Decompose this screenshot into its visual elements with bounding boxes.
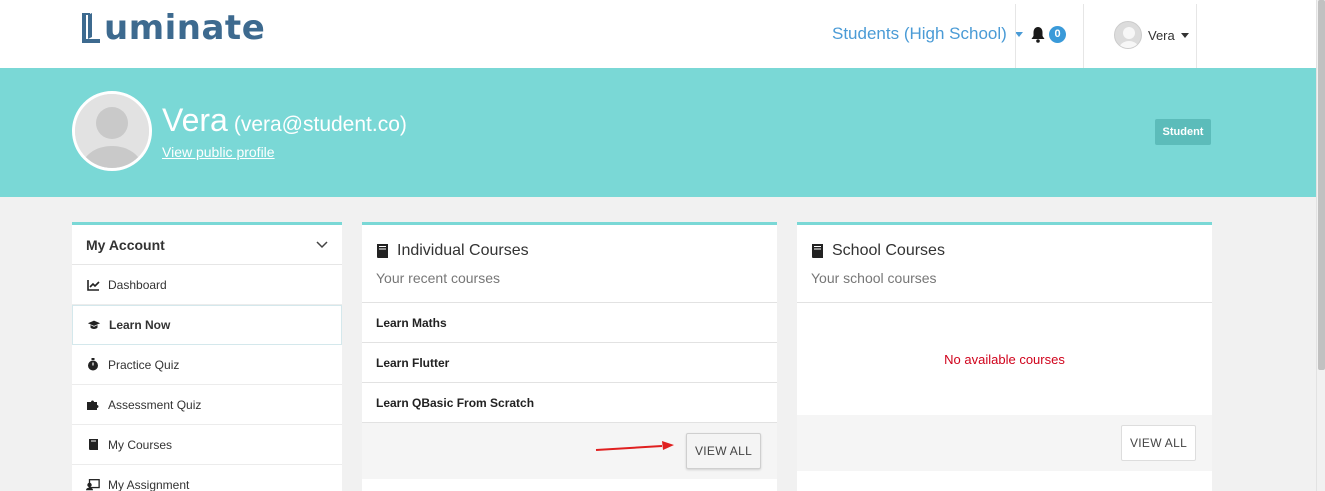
card-title: School Courses [832, 242, 945, 259]
annotation-arrow-icon [595, 441, 674, 451]
sidebar-header-label: My Account [86, 236, 165, 253]
logo-text: uminate [104, 8, 266, 48]
role-select-label: Students (High School) [832, 24, 1007, 43]
page-scrollbar[interactable] [1316, 0, 1325, 491]
account-sidebar: My Account Dashboard Learn Now Practice … [72, 222, 342, 491]
card-subtitle: Your school courses [811, 270, 937, 286]
no-courses-message: No available courses [944, 351, 1065, 367]
card-footer: VIEW ALL [797, 415, 1212, 471]
profile-name-line: Vera (vera@student.co) [162, 102, 407, 139]
card-title-row: Individual Courses [376, 242, 763, 260]
individual-courses-card: Individual Courses Your recent courses L… [362, 222, 777, 491]
sidebar-item-label: Dashboard [108, 277, 167, 292]
card-title: Individual Courses [397, 242, 529, 259]
card-header: Individual Courses Your recent courses [362, 225, 777, 303]
profile-email: (vera@student.co) [233, 113, 407, 136]
sidebar-item-label: Learn Now [109, 318, 171, 332]
individual-courses-view-all-button[interactable]: VIEW ALL [686, 433, 761, 469]
profile-banner: Vera (vera@student.co) View public profi… [0, 68, 1316, 197]
user-menu-dropdown[interactable]: Vera [1114, 21, 1189, 49]
sidebar-item-my-assignment[interactable]: My Assignment [72, 465, 342, 491]
chevron-down-icon [1180, 32, 1189, 38]
chevron-down-icon [316, 240, 328, 248]
nav-divider [1083, 4, 1084, 68]
course-item-learn-qbasic[interactable]: Learn QBasic From Scratch [362, 383, 777, 423]
sidebar-item-practice-quiz[interactable]: Practice Quiz [72, 345, 342, 385]
sidebar-item-my-courses[interactable]: My Courses [72, 425, 342, 465]
stopwatch-icon [86, 358, 100, 372]
nav-divider [1015, 4, 1016, 68]
sidebar-item-label: My Assignment [108, 477, 190, 491]
sidebar-item-label: Practice Quiz [108, 357, 180, 372]
book-icon [377, 244, 388, 258]
nav-divider [1196, 4, 1197, 68]
profile-name: Vera [162, 102, 228, 138]
sidebar-item-assessment-quiz[interactable]: Assessment Quiz [72, 385, 342, 425]
card-footer: VIEW ALL [362, 423, 777, 479]
my-account-toggle[interactable]: My Account [72, 225, 342, 265]
profile-avatar [72, 91, 152, 171]
avatar-placeholder-icon [75, 94, 149, 168]
notifications-count-badge: 0 [1049, 26, 1066, 43]
book-icon [86, 438, 100, 452]
chart-icon [86, 278, 100, 292]
school-courses-card: School Courses Your school courses No av… [797, 222, 1212, 491]
scrollbar-thumb[interactable] [1318, 0, 1325, 370]
graduation-cap-icon [87, 318, 101, 332]
chevron-down-icon [1014, 31, 1023, 37]
user-menu-name: Vera [1148, 27, 1175, 43]
school-courses-view-all-button[interactable]: VIEW ALL [1121, 425, 1196, 461]
card-title-row: School Courses [811, 242, 1198, 260]
sidebar-item-label: Assessment Quiz [108, 397, 202, 412]
logo-mark-icon [82, 13, 100, 43]
view-public-profile-link[interactable]: View public profile [162, 144, 275, 160]
role-select-dropdown[interactable]: Students (High School) [832, 24, 1023, 44]
puzzle-icon [86, 398, 100, 412]
sidebar-item-label: My Courses [108, 437, 173, 452]
sidebar-item-learn-now[interactable]: Learn Now [72, 305, 342, 345]
bell-icon [1031, 27, 1045, 43]
sidebar-item-dashboard[interactable]: Dashboard [72, 265, 342, 305]
user-avatar [1114, 21, 1142, 49]
course-item-learn-maths[interactable]: Learn Maths [362, 303, 777, 343]
assignment-icon [86, 478, 100, 491]
avatar-placeholder-icon [1119, 27, 1139, 48]
card-header: School Courses Your school courses [797, 225, 1212, 303]
book-icon [812, 244, 823, 258]
luminate-logo[interactable]: uminate [80, 6, 265, 50]
role-badge: Student [1155, 119, 1211, 145]
course-item-learn-flutter[interactable]: Learn Flutter [362, 343, 777, 383]
notifications-button[interactable]: 0 [1030, 26, 1066, 43]
card-subtitle: Your recent courses [376, 270, 500, 286]
top-navbar: uminate Students (High School) 0 Vera [0, 0, 1316, 68]
